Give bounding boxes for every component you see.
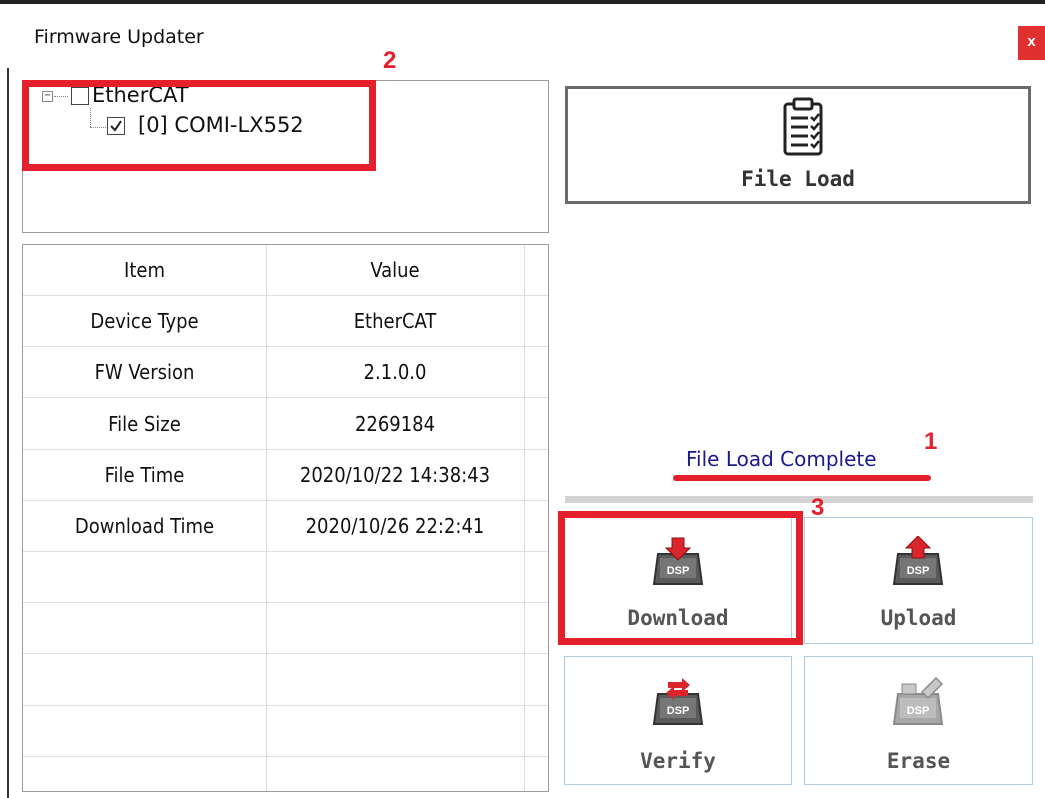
grid-cell-item: File Time (23, 450, 266, 501)
grid-cell-item: Download Time (23, 501, 266, 552)
grid-cell-item (23, 603, 266, 655)
dsp-erase-icon: DSP (892, 676, 944, 732)
annotation-number-1: 1 (924, 428, 938, 455)
grid-filler-cell (524, 552, 548, 604)
grid-cell-value: 2020/10/22 14:38:43 (266, 450, 524, 501)
annotation-underline (673, 475, 931, 481)
status-text: File Load Complete (686, 447, 877, 471)
grid-column-separator (266, 245, 267, 791)
grid-cell-value: EtherCAT (266, 296, 524, 348)
grid-header-value[interactable]: Value (266, 245, 524, 296)
grid-filler-cell (524, 296, 548, 348)
grid-cell-item: FW Version (23, 347, 266, 399)
grid-cell-value: 2269184 (266, 399, 524, 450)
grid-cell-item (23, 655, 266, 706)
grid-cell-value (266, 552, 524, 604)
grid-cell-item: Device Type (23, 296, 266, 348)
grid-column-separator (524, 245, 525, 791)
verify-label: Verify (640, 749, 716, 773)
grid-filler-cell (524, 603, 548, 655)
grid-cell-value: 2.1.0.0 (266, 347, 524, 399)
progress-bar (565, 496, 1033, 503)
grid-cell-value (266, 706, 524, 757)
annotation-number-3: 3 (811, 494, 825, 521)
dsp-verify-icon: DSP (652, 676, 704, 732)
grid-cell-value (266, 655, 524, 706)
grid-header-item[interactable]: Item (23, 245, 266, 296)
grid-cell-item (23, 552, 266, 604)
grid-cell-value (266, 603, 524, 655)
dsp-upload-icon: DSP (892, 535, 944, 592)
window-left-border (7, 68, 9, 798)
annotation-number-2: 2 (383, 47, 397, 74)
grid-cell-item (23, 706, 266, 757)
upload-label: Upload (880, 606, 957, 630)
grid-cell-value: 2020/10/26 22:2:41 (266, 501, 524, 552)
dsp-badge: DSP (907, 705, 930, 717)
grid-filler-cell (524, 655, 548, 706)
dsp-badge: DSP (667, 705, 690, 717)
grid-filler-cell (524, 706, 548, 757)
erase-label: Erase (886, 749, 951, 773)
grid-filler-cell (524, 450, 548, 501)
dsp-badge: DSP (907, 565, 930, 577)
clipboard-icon (780, 96, 826, 162)
grid-cell-item: File Size (23, 399, 266, 450)
annotation-box-3 (558, 511, 803, 645)
grid-filler-cell (524, 501, 548, 552)
window-top-border (0, 0, 1045, 4)
grid-filler-cell (524, 245, 548, 296)
grid-filler-cell (524, 347, 548, 399)
close-button[interactable]: x (1018, 26, 1045, 60)
file-load-label: File Load (741, 167, 855, 191)
window-title: Firmware Updater (34, 26, 204, 48)
annotation-box-2 (22, 80, 376, 171)
grid-filler-cell (524, 399, 548, 450)
